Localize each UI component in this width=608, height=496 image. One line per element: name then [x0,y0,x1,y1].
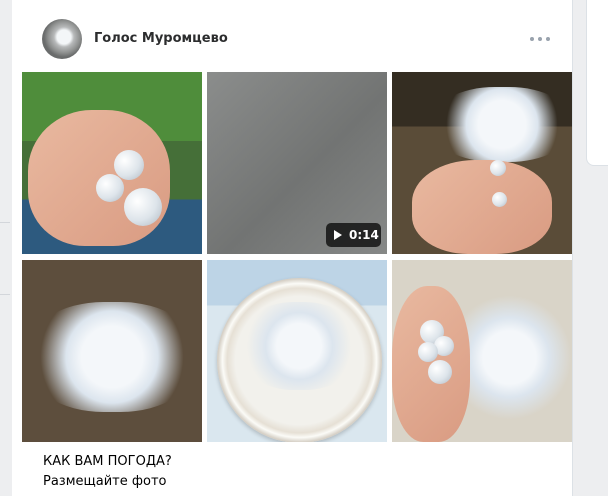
video-duration: 0:14 [349,228,379,242]
hailstone [490,160,506,176]
palm-image [412,160,552,254]
post-text-line-1: КАК ВАМ ПОГОДА? [43,454,172,469]
media-grid: 0:14 [22,72,574,444]
hailstone [418,342,438,362]
sidebar-divider [0,222,10,223]
sidebar-divider [0,294,10,295]
hail-pile [26,302,198,412]
post-text-line-2: Размещайте фото [43,474,167,489]
author-name[interactable]: Голос Муромцево [94,31,228,46]
hailstone [96,174,124,202]
photo-hail-soil[interactable] [22,260,202,442]
more-dot [530,37,534,41]
photo-hailstones-in-hand[interactable] [22,72,202,254]
author-avatar[interactable] [42,19,82,59]
more-options-icon[interactable] [530,31,550,47]
left-sidebar-edge [0,0,12,496]
photo-hail-plate[interactable] [207,260,387,442]
post-card: Голос Муромцево 0:14 КАК ВАМ ПОГОДА? Раз… [12,0,573,496]
hail-pile [239,302,359,390]
photo-hail-floor[interactable] [392,260,572,442]
hail-pile [432,87,572,162]
hailstone [114,150,144,180]
more-dot [538,37,542,41]
right-side-card [586,0,608,166]
hailstone [428,360,452,384]
play-icon [334,230,342,240]
hailstone [492,192,507,207]
more-dot [546,37,550,41]
hailstone [124,188,162,226]
video-duration-badge[interactable]: 0:14 [326,223,381,247]
photo-hail-ground-palm[interactable] [392,72,572,254]
